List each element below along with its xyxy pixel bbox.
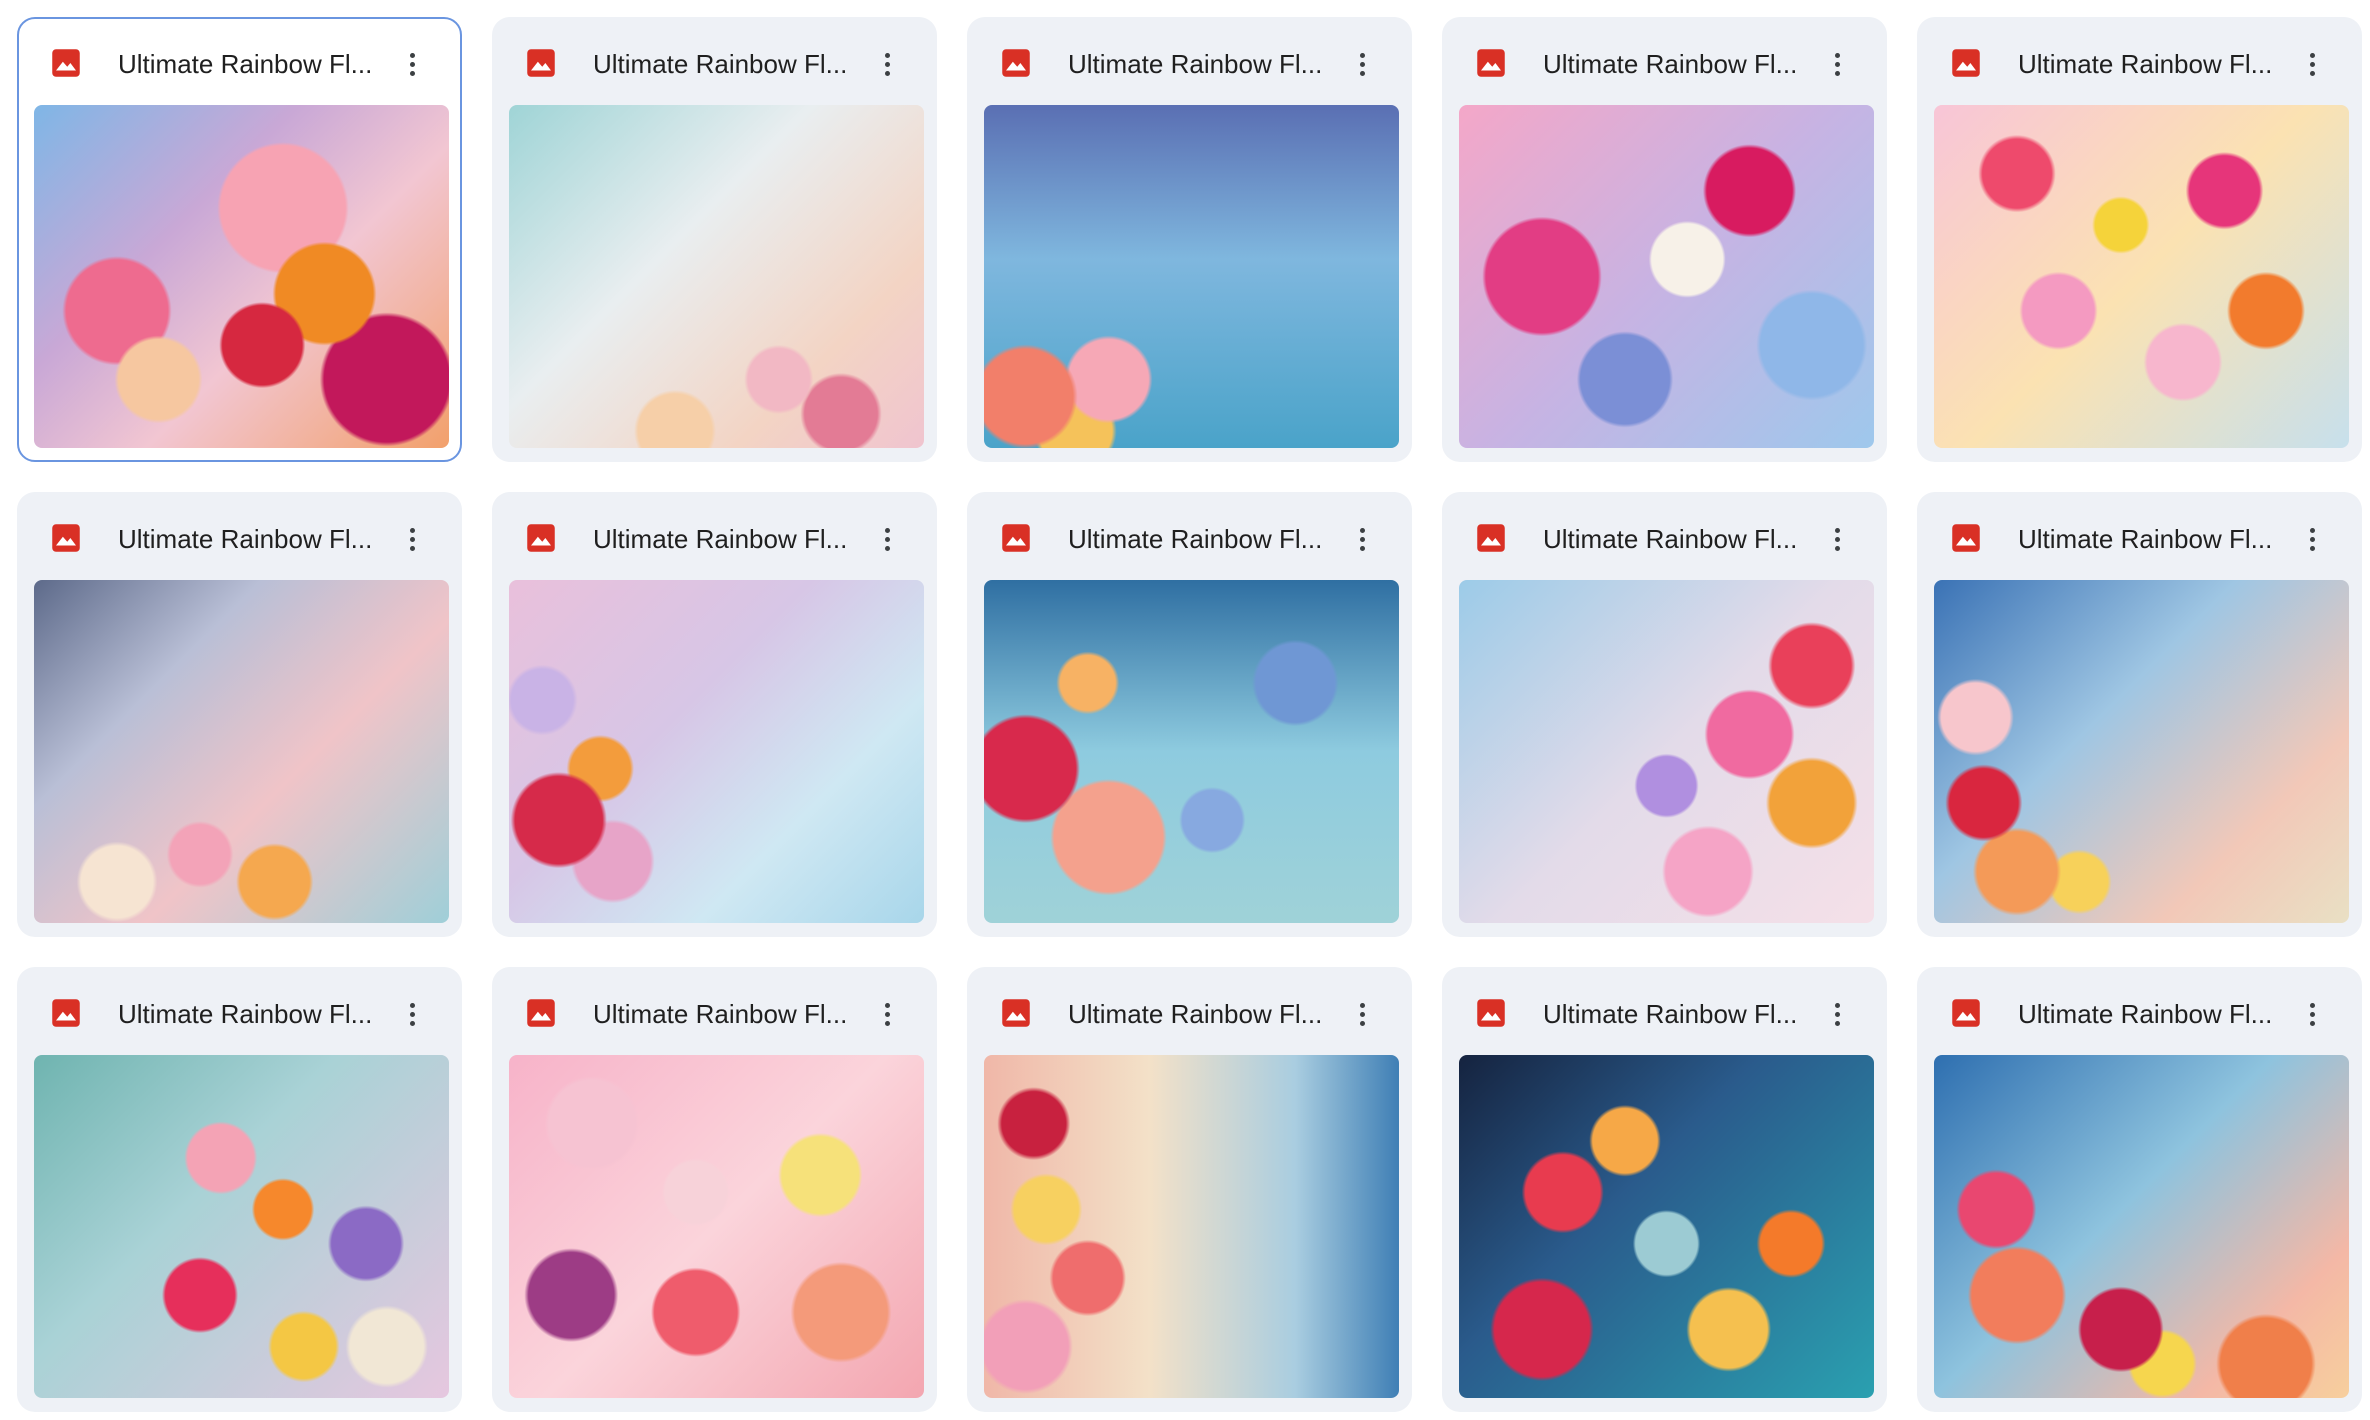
- image-thumbnail[interactable]: [984, 105, 1399, 448]
- file-title: Ultimate Rainbow Fl...: [2018, 49, 2273, 79]
- more-options-button[interactable]: [867, 519, 907, 559]
- more-options-button[interactable]: [2292, 994, 2332, 1034]
- file-card[interactable]: Ultimate Rainbow Fl...: [1442, 17, 1887, 462]
- more-options-button[interactable]: [392, 44, 432, 84]
- file-title: Ultimate Rainbow Fl...: [118, 524, 373, 554]
- more-options-button[interactable]: [1817, 994, 1857, 1034]
- file-card[interactable]: Ultimate Rainbow Fl...: [17, 967, 462, 1412]
- more-options-button[interactable]: [1342, 519, 1382, 559]
- image-thumbnail[interactable]: [1459, 1055, 1874, 1398]
- image-thumbnail[interactable]: [34, 105, 449, 448]
- file-title: Ultimate Rainbow Fl...: [2018, 524, 2273, 554]
- file-card[interactable]: Ultimate Rainbow Fl...: [17, 17, 462, 462]
- file-card[interactable]: Ultimate Rainbow Fl...: [967, 967, 1412, 1412]
- image-thumbnail[interactable]: [509, 1055, 924, 1398]
- image-thumbnail[interactable]: [1934, 105, 2349, 448]
- image-file-icon: [51, 998, 81, 1028]
- image-file-icon: [526, 523, 556, 553]
- image-file-icon: [1001, 523, 1031, 553]
- more-options-button[interactable]: [1342, 994, 1382, 1034]
- file-card[interactable]: Ultimate Rainbow Fl...: [967, 17, 1412, 462]
- file-card[interactable]: Ultimate Rainbow Fl...: [17, 492, 462, 937]
- image-file-icon: [1476, 523, 1506, 553]
- image-thumbnail[interactable]: [984, 1055, 1399, 1398]
- file-card[interactable]: Ultimate Rainbow Fl...: [1917, 967, 2362, 1412]
- image-file-icon: [1001, 998, 1031, 1028]
- file-title: Ultimate Rainbow Fl...: [1068, 524, 1323, 554]
- file-title: Ultimate Rainbow Fl...: [1543, 524, 1798, 554]
- image-file-icon: [526, 48, 556, 78]
- file-title: Ultimate Rainbow Fl...: [118, 999, 373, 1029]
- file-title: Ultimate Rainbow Fl...: [593, 999, 848, 1029]
- image-thumbnail[interactable]: [1459, 580, 1874, 923]
- file-card[interactable]: Ultimate Rainbow Fl...: [1442, 967, 1887, 1412]
- file-card[interactable]: Ultimate Rainbow Fl...: [492, 967, 937, 1412]
- image-file-icon: [1951, 523, 1981, 553]
- more-options-button[interactable]: [867, 44, 907, 84]
- file-title: Ultimate Rainbow Fl...: [118, 49, 373, 79]
- file-title: Ultimate Rainbow Fl...: [1543, 999, 1798, 1029]
- file-title: Ultimate Rainbow Fl...: [1543, 49, 1798, 79]
- image-file-icon: [1951, 998, 1981, 1028]
- image-file-icon: [1951, 48, 1981, 78]
- more-options-button[interactable]: [2292, 44, 2332, 84]
- image-file-icon: [1476, 48, 1506, 78]
- file-card[interactable]: Ultimate Rainbow Fl...: [492, 492, 937, 937]
- file-title: Ultimate Rainbow Fl...: [2018, 999, 2273, 1029]
- more-options-button[interactable]: [392, 519, 432, 559]
- file-grid: Ultimate Rainbow Fl... Ultimate Rainbow …: [17, 17, 2362, 1412]
- file-title: Ultimate Rainbow Fl...: [593, 49, 848, 79]
- more-options-button[interactable]: [867, 994, 907, 1034]
- file-card[interactable]: Ultimate Rainbow Fl...: [1442, 492, 1887, 937]
- more-options-button[interactable]: [1817, 44, 1857, 84]
- file-card[interactable]: Ultimate Rainbow Fl...: [492, 17, 937, 462]
- image-thumbnail[interactable]: [1459, 105, 1874, 448]
- file-title: Ultimate Rainbow Fl...: [1068, 49, 1323, 79]
- more-options-button[interactable]: [1817, 519, 1857, 559]
- more-options-button[interactable]: [1342, 44, 1382, 84]
- image-thumbnail[interactable]: [1934, 580, 2349, 923]
- file-title: Ultimate Rainbow Fl...: [1068, 999, 1323, 1029]
- more-options-button[interactable]: [2292, 519, 2332, 559]
- file-card[interactable]: Ultimate Rainbow Fl...: [1917, 492, 2362, 937]
- image-file-icon: [1001, 48, 1031, 78]
- file-card[interactable]: Ultimate Rainbow Fl...: [967, 492, 1412, 937]
- image-thumbnail[interactable]: [34, 1055, 449, 1398]
- image-file-icon: [51, 48, 81, 78]
- file-card[interactable]: Ultimate Rainbow Fl...: [1917, 17, 2362, 462]
- image-file-icon: [1476, 998, 1506, 1028]
- image-thumbnail[interactable]: [34, 580, 449, 923]
- image-thumbnail[interactable]: [984, 580, 1399, 923]
- image-file-icon: [51, 523, 81, 553]
- image-thumbnail[interactable]: [1934, 1055, 2349, 1398]
- more-options-button[interactable]: [392, 994, 432, 1034]
- image-thumbnail[interactable]: [509, 105, 924, 448]
- image-thumbnail[interactable]: [509, 580, 924, 923]
- file-title: Ultimate Rainbow Fl...: [593, 524, 848, 554]
- image-file-icon: [526, 998, 556, 1028]
